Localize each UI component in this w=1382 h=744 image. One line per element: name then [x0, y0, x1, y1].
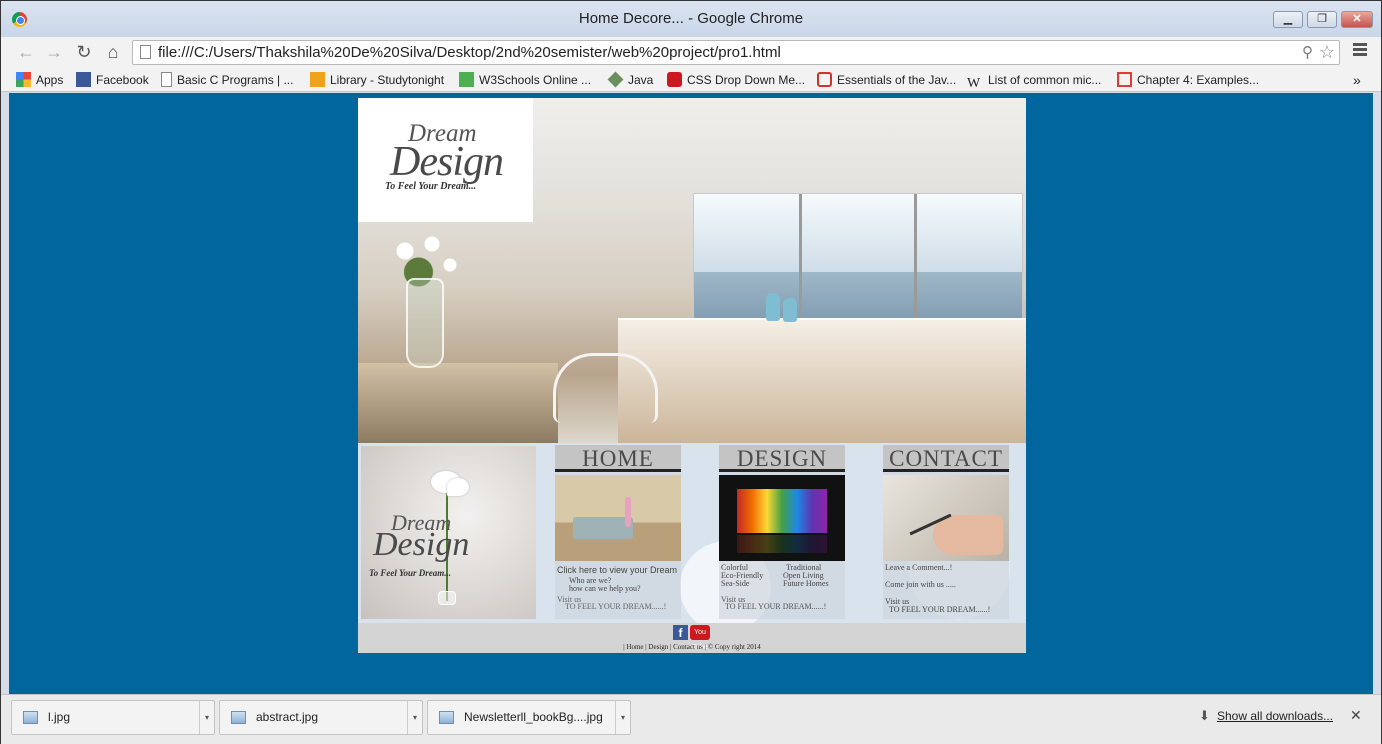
hero-chair-decor [553, 353, 658, 423]
bookmark-css-dropdown[interactable]: CSS Drop Down Me... [667, 70, 805, 90]
address-bar[interactable]: file:///C:/Users/Thakshila%20De%20Silva/… [132, 40, 1340, 65]
hero-bathtub-decor [618, 318, 1026, 443]
java-icon [607, 71, 624, 88]
wikipedia-icon: W [967, 76, 981, 91]
downloads-bar: l.jpg ▾ abstract.jpg ▾ Newsletterll_book… [1, 694, 1381, 744]
download-item-1[interactable]: l.jpg ▾ [11, 700, 215, 735]
bookmarks-overflow-button[interactable]: » [1353, 70, 1361, 90]
download-arrow-icon: ⬇ [1199, 708, 1210, 723]
view-dream-link[interactable]: Click here to view your Dream [557, 565, 677, 575]
leave-comment-link[interactable]: Leave a Comment...! [885, 563, 952, 572]
home-panel[interactable]: HOME Click here to view your Dream Who a… [555, 445, 681, 619]
contact-panel[interactable]: CONTACT Leave a Comment...! Come join wi… [883, 445, 1009, 619]
hero-window-decor [693, 193, 1023, 324]
logo-tagline: To Feel Your Dream... [385, 181, 477, 192]
bookmark-java[interactable]: Java [607, 70, 653, 90]
facebook-link-icon[interactable]: f [673, 625, 688, 640]
close-window-button[interactable]: ✕ [1341, 11, 1373, 28]
close-downloads-bar-icon[interactable]: ✕ [1350, 707, 1362, 724]
window-title: Home Decore... - Google Chrome [578, 10, 804, 27]
logo-line2: Design [390, 139, 504, 185]
living-room-image[interactable] [555, 475, 681, 561]
hero-bathroom-image: Dream Design To Feel Your Dream... [358, 98, 1026, 443]
home-heading[interactable]: HOME [555, 445, 681, 472]
youtube-link-icon[interactable]: You Tube [690, 625, 710, 651]
bookmark-apps[interactable]: Apps [16, 70, 63, 90]
page-viewport: Dream Design To Feel Your Dream... Dream… [9, 93, 1373, 694]
home-tagline: TO FEEL YOUR DREAM......! [565, 602, 667, 611]
apps-icon [16, 72, 31, 87]
feature-section: Dream Design To Feel Your Dream... HOME … [358, 443, 1026, 623]
page-icon [140, 45, 151, 59]
back-button[interactable]: ← [15, 41, 37, 63]
download-item-3[interactable]: Newsletterll_bookBg....jpg ▾ [427, 700, 631, 735]
callout-lily-image: Dream Design To Feel Your Dream... [361, 446, 536, 619]
hero-vase-decor [406, 278, 444, 368]
home-button[interactable]: ⌂ [102, 41, 124, 63]
website-container: Dream Design To Feel Your Dream... Dream… [358, 98, 1026, 653]
help-link[interactable]: how can we help you? [569, 584, 641, 593]
minimize-button[interactable]: ▁ [1273, 11, 1303, 28]
contact-heading[interactable]: CONTACT [883, 445, 1009, 472]
join-us-link[interactable]: Come join with us ..... [885, 580, 956, 589]
page-icon [161, 72, 172, 87]
download-menu-arrow[interactable]: ▾ [199, 701, 214, 734]
download-item-2[interactable]: abstract.jpg ▾ [219, 700, 423, 735]
bookmarks-bar: Apps Facebook Basic C Programs | ... Lib… [1, 67, 1381, 92]
design-panel[interactable]: DESIGN Colorful Eco-Friendly Sea-Side Tr… [719, 445, 845, 619]
browser-window: Home Decore... - Google Chrome ▁ ❐ ✕ ← →… [0, 0, 1382, 744]
w3schools-icon [459, 72, 474, 87]
hero-vanity-decor [358, 363, 558, 443]
site-footer: f You Tube | Home | Design | Contact us … [358, 623, 1026, 653]
bookmark-star-icon[interactable]: ☆ [1319, 42, 1335, 63]
callout-logo-line2: Design [373, 526, 470, 563]
download-menu-arrow[interactable]: ▾ [615, 701, 630, 734]
design-future[interactable]: Future Homes [783, 579, 829, 588]
callout-tagline: To Feel Your Dream... [369, 568, 452, 578]
bookmark-essentials-java[interactable]: Essentials of the Jav... [817, 70, 956, 90]
footer-links[interactable]: | Home | Design | Contact us | © Copy ri… [358, 643, 1026, 651]
maximize-button[interactable]: ❐ [1307, 11, 1337, 28]
reload-button[interactable]: ↻ [73, 41, 95, 63]
browser-toolbar: ← → ↻ ⌂ file:///C:/Users/Thakshila%20De%… [1, 37, 1381, 67]
contact-writing-image[interactable] [883, 475, 1009, 561]
image-file-icon [439, 711, 454, 724]
search-icon[interactable]: ⚲ [1302, 43, 1313, 61]
title-bar: Home Decore... - Google Chrome ▁ ❐ ✕ [1, 1, 1381, 37]
design-tagline: TO FEEL YOUR DREAM......! [725, 602, 827, 611]
site-logo[interactable]: Dream Design To Feel Your Dream... [358, 98, 533, 222]
design-colors-image[interactable] [719, 475, 845, 561]
youtube-icon [667, 72, 682, 87]
bookmark-w3schools[interactable]: W3Schools Online ... [459, 70, 591, 90]
bookmark-studytonight[interactable]: Library - Studytonight [310, 70, 444, 90]
bookmark-wikipedia[interactable]: W List of common mic... [967, 70, 1101, 91]
contact-tagline: TO FEEL YOUR DREAM......! [889, 605, 991, 614]
image-file-icon [23, 711, 38, 724]
show-all-downloads-link[interactable]: Show all downloads... [1217, 709, 1333, 723]
studytonight-icon [310, 72, 325, 87]
bookmark-chapter4[interactable]: Chapter 4: Examples... [1117, 70, 1259, 90]
bookmark-basic-c[interactable]: Basic C Programs | ... [161, 70, 293, 90]
chrome-menu-icon[interactable] [1353, 43, 1367, 58]
forward-button[interactable]: → [43, 41, 65, 63]
oracle-icon [817, 72, 832, 87]
url-text[interactable]: file:///C:/Users/Thakshila%20De%20Silva/… [158, 44, 781, 61]
download-menu-arrow[interactable]: ▾ [407, 701, 422, 734]
chapter-icon [1117, 72, 1132, 87]
facebook-icon [76, 72, 91, 87]
design-seaside[interactable]: Sea-Side [721, 579, 749, 588]
image-file-icon [231, 711, 246, 724]
design-heading[interactable]: DESIGN [719, 445, 845, 472]
bookmark-facebook[interactable]: Facebook [76, 70, 149, 90]
